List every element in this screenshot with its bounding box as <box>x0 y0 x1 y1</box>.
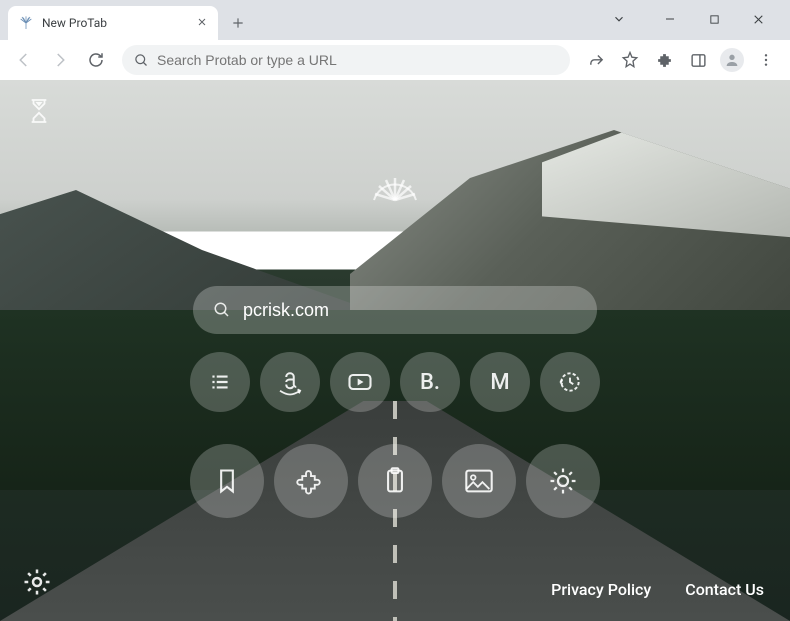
clipboard-icon[interactable] <box>358 444 432 518</box>
forward-button[interactable] <box>44 44 76 76</box>
hourglass-icon[interactable] <box>28 98 50 128</box>
contact-us-link[interactable]: Contact Us <box>685 580 764 599</box>
profile-button[interactable] <box>716 44 748 76</box>
window-controls <box>604 4 782 34</box>
booking-letter: B. <box>420 370 440 395</box>
omnibox-input[interactable] <box>157 52 558 68</box>
maximize-button[interactable] <box>694 4 734 34</box>
tab-bar: New ProTab <box>0 0 790 40</box>
search-icon <box>213 301 231 319</box>
puzzle-icon[interactable] <box>274 444 348 518</box>
share-icon[interactable] <box>580 44 612 76</box>
sun-logo-icon <box>364 160 426 206</box>
search-icon <box>134 53 149 68</box>
page-search-input[interactable] <box>243 300 577 321</box>
close-window-button[interactable] <box>738 4 778 34</box>
youtube-icon[interactable] <box>330 352 390 412</box>
brightness-icon[interactable] <box>526 444 600 518</box>
gear-icon <box>22 567 52 597</box>
amazon-icon[interactable] <box>260 352 320 412</box>
avatar-icon <box>720 48 744 72</box>
bookmark-icon[interactable] <box>190 444 264 518</box>
menu-button[interactable] <box>750 44 782 76</box>
extensions-icon[interactable] <box>648 44 680 76</box>
back-button[interactable] <box>8 44 40 76</box>
gmail-letter: M <box>490 370 509 395</box>
page-content: B. M Privacy Policy Contact Us <box>0 80 790 621</box>
reload-button[interactable] <box>80 44 112 76</box>
gmail-icon[interactable]: M <box>470 352 530 412</box>
booking-icon[interactable]: B. <box>400 352 460 412</box>
image-icon[interactable] <box>442 444 516 518</box>
history-icon[interactable] <box>540 352 600 412</box>
quick-links-row-1: B. M <box>190 352 600 412</box>
address-bar <box>0 40 790 80</box>
omnibox[interactable] <box>122 45 570 75</box>
close-icon[interactable] <box>196 16 208 31</box>
new-tab-button[interactable] <box>224 9 252 37</box>
settings-button[interactable] <box>22 567 52 601</box>
page-search-bar[interactable] <box>193 286 597 334</box>
list-icon[interactable] <box>190 352 250 412</box>
privacy-policy-link[interactable]: Privacy Policy <box>551 580 651 599</box>
minimize-button[interactable] <box>650 4 690 34</box>
side-panel-icon[interactable] <box>682 44 714 76</box>
browser-chrome: New ProTab <box>0 0 790 80</box>
tab-title: New ProTab <box>42 16 188 30</box>
tab-favicon-icon <box>18 15 34 31</box>
toolbar-right <box>580 44 782 76</box>
footer-links: Privacy Policy Contact Us <box>551 580 764 599</box>
quick-links-row-2 <box>190 444 600 518</box>
browser-tab[interactable]: New ProTab <box>8 6 218 40</box>
chevron-down-icon[interactable] <box>604 4 634 34</box>
bookmark-star-icon[interactable] <box>614 44 646 76</box>
